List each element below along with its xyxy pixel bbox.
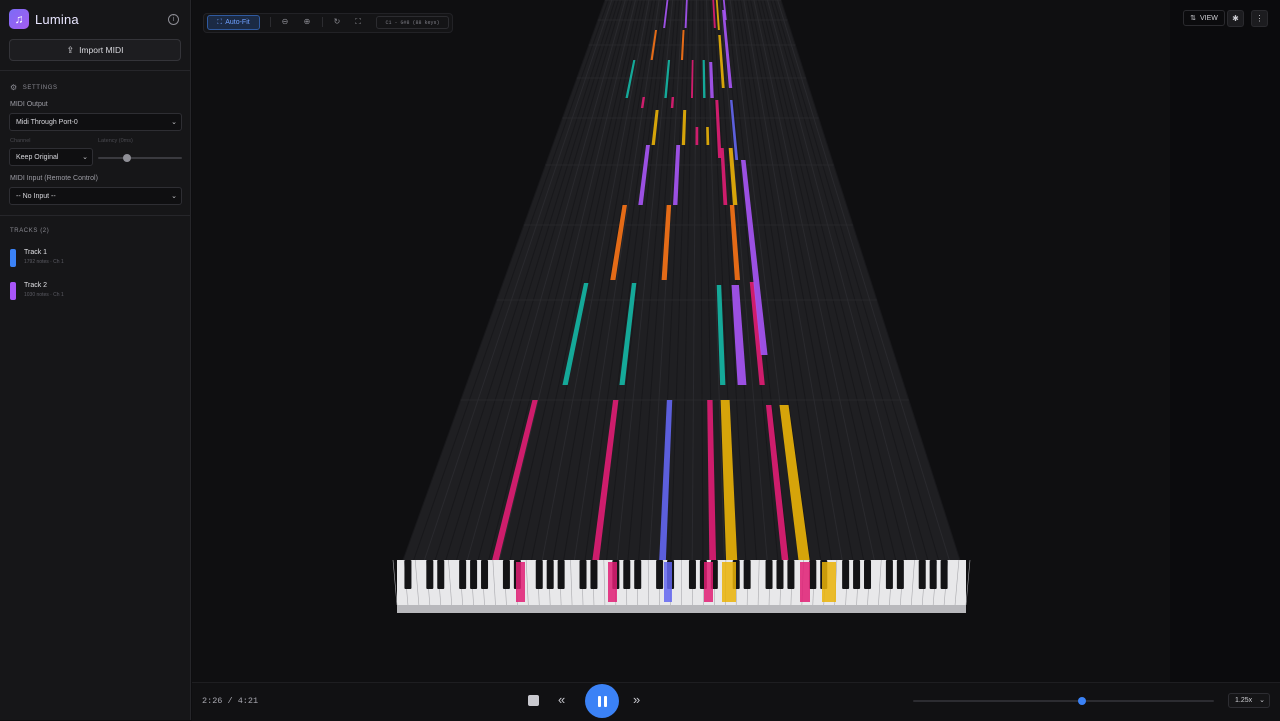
auto-fit-label: Auto-Fit: [225, 19, 250, 26]
divider: [322, 17, 323, 27]
zoom-in-icon[interactable]: ⊕: [302, 17, 312, 27]
track-item[interactable]: Track 2 1030 notes · Ch 1: [10, 282, 64, 300]
channel-select[interactable]: Keep Original ⌄: [9, 148, 93, 166]
chevron-down-icon: ⌄: [1259, 696, 1265, 704]
gear-icon: ⚙: [10, 83, 18, 92]
pause-icon: [604, 696, 607, 707]
seek-slider[interactable]: [913, 700, 1214, 702]
visualizer-area: [192, 0, 1280, 720]
playback-time: 2:26 / 4:21: [202, 696, 258, 706]
midi-output-label: MIDI Output: [10, 101, 48, 108]
info-icon[interactable]: i: [168, 14, 179, 25]
track-item[interactable]: Track 1 1792 notes · Ch 1: [10, 249, 64, 267]
pause-button[interactable]: [585, 684, 619, 718]
track-color-swatch: [10, 282, 16, 300]
pause-icon: [598, 696, 601, 707]
settings-heading-label: SETTINGS: [23, 85, 58, 91]
view-button[interactable]: ⇅ VIEW: [1183, 10, 1225, 26]
seek-slider-knob[interactable]: [1078, 697, 1086, 705]
import-midi-label: Import MIDI: [79, 45, 123, 55]
divider: [0, 70, 191, 71]
divider: [270, 17, 271, 27]
latency-label: Latency (0ms): [98, 138, 133, 144]
midi-output-select[interactable]: Midi Through Port-0 ⌄: [9, 113, 182, 131]
fullscreen-icon[interactable]: ⛶: [353, 17, 363, 27]
settings-heading: ⚙ SETTINGS: [10, 83, 58, 92]
auto-fit-button[interactable]: ⛶ Auto-Fit: [207, 15, 260, 30]
more-icon[interactable]: ⋮: [1251, 10, 1268, 27]
track-color-swatch: [10, 249, 16, 267]
sliders-icon: ⇅: [1190, 14, 1196, 22]
track-meta: 1792 notes · Ch 1: [24, 259, 64, 265]
sidebar: ♫ Lumina i ⇪ Import MIDI ⚙ SETTINGS MIDI…: [0, 0, 191, 720]
track-meta: 1030 notes · Ch 1: [24, 292, 64, 298]
stop-icon[interactable]: [528, 695, 539, 706]
upload-icon: ⇪: [67, 45, 75, 56]
speed-select[interactable]: 1.25x ⌄: [1228, 693, 1270, 708]
midi-input-label: MIDI Input (Remote Control): [10, 175, 98, 182]
key-range-label: C1 - G#8 (88 keys): [376, 16, 449, 29]
bug-icon[interactable]: ✱: [1227, 10, 1244, 27]
rewind-icon[interactable]: «: [558, 692, 565, 707]
brand: ♫ Lumina: [9, 9, 79, 29]
fit-icon: ⛶: [217, 19, 222, 27]
view-label: VIEW: [1200, 15, 1218, 22]
app-title: Lumina: [35, 12, 79, 27]
chevron-down-icon: ⌄: [171, 192, 177, 200]
track-name: Track 1: [24, 249, 64, 256]
right-panel: [1170, 0, 1280, 690]
latency-slider[interactable]: [98, 157, 182, 159]
midi-input-select[interactable]: -- No Input -- ⌄: [9, 187, 182, 205]
zoom-out-icon[interactable]: ⊖: [280, 17, 290, 27]
track-name: Track 2: [24, 282, 64, 289]
import-midi-button[interactable]: ⇪ Import MIDI: [9, 39, 181, 61]
channel-value: Keep Original: [16, 154, 58, 161]
fast-forward-icon[interactable]: »: [633, 692, 640, 707]
reset-icon[interactable]: ↻: [332, 17, 342, 27]
midi-output-value: Midi Through Port-0: [16, 119, 78, 126]
latency-slider-knob[interactable]: [123, 154, 131, 162]
midi-input-value: -- No Input --: [16, 193, 56, 200]
music-note-icon: ♫: [9, 9, 29, 29]
channel-label: Channel: [10, 138, 31, 144]
speed-value: 1.25x: [1235, 697, 1252, 704]
divider: [0, 215, 191, 216]
chevron-down-icon: ⌄: [82, 153, 88, 161]
tracks-heading: TRACKS (2): [10, 228, 49, 234]
chevron-down-icon: ⌄: [171, 118, 177, 126]
